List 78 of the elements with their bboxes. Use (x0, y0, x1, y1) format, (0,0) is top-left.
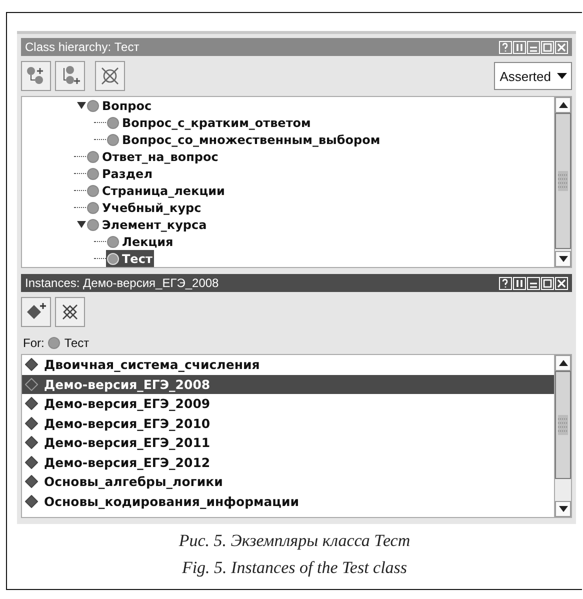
class-circle-icon (87, 184, 99, 196)
diamond-icon (25, 456, 38, 469)
add-sibling-class-button[interactable] (55, 61, 85, 91)
tree-item[interactable]: Вопрос (86, 97, 154, 114)
diamond-icon (25, 416, 38, 430)
scroll-up-button[interactable] (555, 355, 571, 371)
expanded-triangle-icon[interactable] (77, 101, 86, 110)
grip-icon (558, 171, 568, 191)
caret-icon (557, 73, 567, 79)
class-circle-icon (87, 100, 99, 112)
pause-icon (514, 42, 525, 52)
instance-item[interactable]: Демо-версия_ЕГЭ_2010 (22, 414, 554, 433)
tree-item[interactable]: Лекция (106, 233, 176, 250)
figure-caption: Fig. 5. Instances of the Test class (182, 558, 408, 578)
class-circle-icon (87, 202, 99, 214)
scroll-down-button[interactable] (555, 251, 571, 267)
expanded-triangle-icon[interactable] (77, 220, 86, 229)
up-arrow-icon (558, 102, 568, 108)
tree-item[interactable]: Вопрос_со_множественным_выбором (106, 131, 382, 148)
diamond-icon (25, 475, 38, 488)
diamond-icon (25, 494, 38, 508)
maximize-button[interactable] (541, 276, 554, 290)
tree-item[interactable]: Тест (106, 250, 154, 267)
scrollbar[interactable] (554, 355, 571, 517)
instance-item[interactable]: Основы_алгебры_логики (22, 472, 554, 492)
instance-item[interactable]: Основы_кодирования_информации (22, 492, 554, 511)
tree-item[interactable]: Элемент_курса (86, 216, 209, 233)
up-arrow-icon (558, 360, 568, 366)
tree-item[interactable]: Учебный_курс (86, 199, 204, 216)
class-circle-icon (107, 116, 119, 128)
tree-item[interactable]: Страница_лекции (86, 182, 227, 199)
class-circle-icon (107, 134, 119, 146)
maximize-icon (542, 42, 553, 52)
instance-item[interactable]: Двоичная_система_счисления (22, 355, 554, 374)
maximize-icon (542, 278, 553, 288)
view-dropdown[interactable]: Asserted (494, 62, 572, 90)
add-instance-button[interactable] (21, 297, 51, 327)
instance-item[interactable]: Демо-версия_ЕГЭ_2011 (22, 433, 554, 452)
instance-item[interactable]: Демо-версия_ЕГЭ_2009 (22, 394, 554, 414)
scroll-up-button[interactable] (555, 97, 571, 113)
diamond-icon (25, 378, 38, 391)
tree-item[interactable]: Вопрос_с_кратким_ответом (106, 114, 313, 131)
panel-title: Instances: Демо-версия_ЕГЭ_2008 (25, 276, 219, 290)
scroll-down-button[interactable] (555, 501, 571, 517)
close-icon (556, 278, 567, 288)
delete-instance-button[interactable] (55, 297, 85, 327)
class-circle-icon (87, 168, 99, 180)
delete-icon (99, 65, 121, 87)
diamond-icon (25, 358, 38, 372)
delete-class-button[interactable] (95, 61, 125, 91)
scrollbar[interactable] (554, 97, 571, 267)
close-icon (556, 42, 567, 52)
add-subclass-button[interactable] (21, 61, 51, 91)
class-circle-icon (48, 337, 60, 349)
close-button[interactable] (555, 276, 568, 290)
grip-icon (558, 415, 568, 435)
class-circle-icon (107, 252, 119, 264)
pause-button[interactable] (513, 276, 526, 290)
down-arrow-icon (558, 506, 568, 512)
down-arrow-icon (558, 256, 568, 262)
help-button[interactable] (499, 276, 512, 290)
tree-item[interactable]: Раздел (86, 165, 154, 182)
diamond-icon (25, 436, 38, 450)
pause-icon (514, 278, 525, 288)
class-circle-icon (87, 150, 99, 162)
minimize-button[interactable] (527, 276, 540, 290)
class-circle-icon (107, 236, 119, 248)
scroll-thumb[interactable] (555, 371, 571, 479)
scroll-thumb[interactable] (555, 113, 571, 249)
for-label: For: (23, 336, 44, 350)
panel-title: Class hierarchy: Тест (25, 40, 140, 54)
instance-item[interactable]: Демо-версия_ЕГЭ_2012 (22, 452, 554, 472)
figure-caption: Рис. 5. Экземпляры класса Тест (178, 531, 410, 551)
diamond-icon (25, 397, 38, 410)
tree-item[interactable]: Ответ_на_вопрос (86, 148, 220, 165)
class-name: Тест (64, 336, 90, 350)
class-circle-icon (87, 218, 99, 230)
instance-item[interactable]: Демо-версия_ЕГЭ_2008 (22, 374, 554, 394)
